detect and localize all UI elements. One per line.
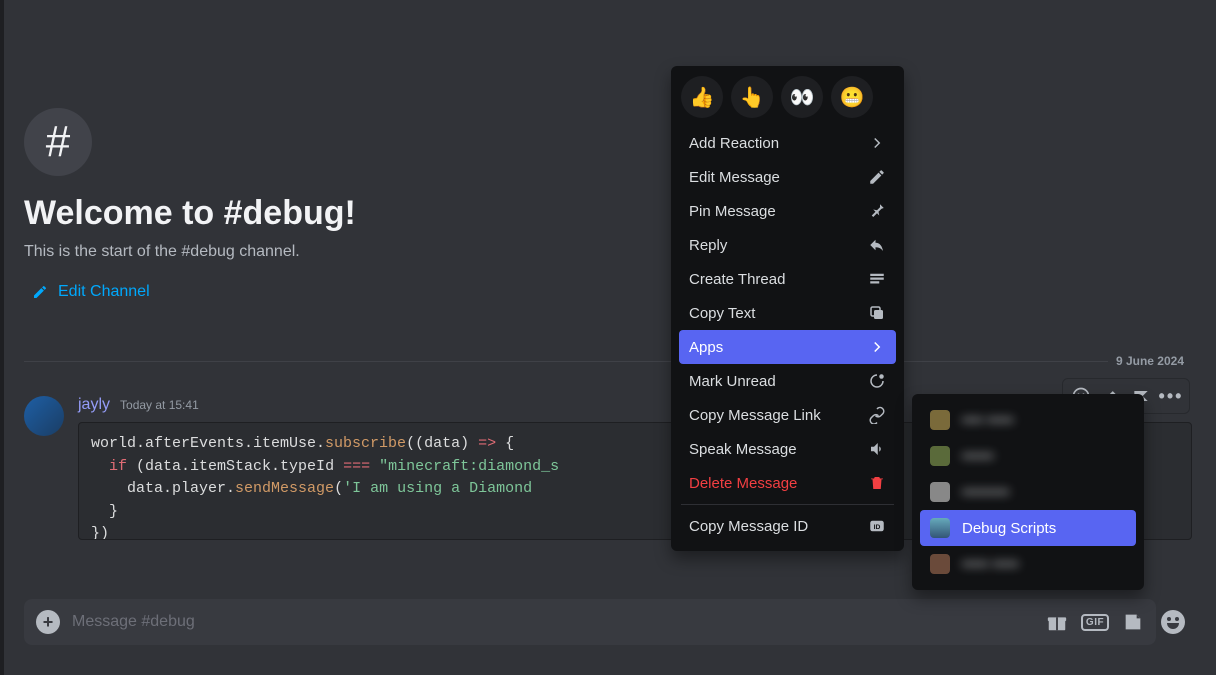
more-icon[interactable]: •••	[1157, 382, 1185, 410]
speak-icon	[868, 440, 886, 458]
ctx-mark-unread[interactable]: Mark Unread	[679, 364, 896, 398]
edit-channel-button[interactable]: Edit Channel	[24, 283, 150, 301]
quick-reactions: 👍 👆 👀 😬	[679, 74, 896, 126]
smile-icon	[1161, 610, 1185, 634]
context-menu: 👍 👆 👀 😬 Add Reaction Edit Message Pin Me…	[671, 66, 904, 551]
ctx-label: Copy Message ID	[689, 518, 808, 535]
sticker-icon[interactable]	[1122, 611, 1144, 633]
edit-channel-label: Edit Channel	[58, 283, 150, 301]
composer-icons: GIF	[1046, 611, 1144, 633]
unread-icon	[868, 372, 886, 390]
pin-icon	[868, 202, 886, 220]
divider-date: 9 June 2024	[1108, 352, 1192, 370]
ctx-label: Create Thread	[689, 271, 785, 288]
reaction-thumbs-up[interactable]: 👍	[681, 76, 723, 118]
ctx-copy-id[interactable]: Copy Message ID ID	[679, 509, 896, 543]
reaction-point-up[interactable]: 👆	[731, 76, 773, 118]
apps-item[interactable]: •••••••••	[920, 474, 1136, 510]
welcome-title: Welcome to #debug!	[24, 194, 1192, 233]
reply-icon	[868, 236, 886, 254]
attach-button[interactable]: +	[36, 610, 60, 634]
apps-submenu: •••• ••••• •••••• ••••••••• Debug Script…	[912, 394, 1144, 590]
welcome-subtitle: This is the start of the #debug channel.	[24, 243, 1192, 261]
copy-icon	[868, 304, 886, 322]
apps-item[interactable]: ••••••	[920, 438, 1136, 474]
ctx-label: Edit Message	[689, 169, 780, 186]
pencil-icon	[32, 284, 48, 300]
apps-label: ••••••	[962, 448, 994, 465]
scroll-edge	[0, 0, 4, 675]
ctx-add-reaction[interactable]: Add Reaction	[679, 126, 896, 160]
pencil-icon	[868, 168, 886, 186]
username[interactable]: jayly	[78, 396, 110, 414]
app-icon	[930, 518, 950, 538]
apps-item[interactable]: ••••• •••••	[920, 546, 1136, 582]
app-icon	[930, 482, 950, 502]
apps-label: •••• •••••	[962, 412, 1013, 429]
ctx-edit-message[interactable]: Edit Message	[679, 160, 896, 194]
ctx-delete-message[interactable]: Delete Message	[679, 466, 896, 500]
gift-icon[interactable]	[1046, 611, 1068, 633]
ctx-create-thread[interactable]: Create Thread	[679, 262, 896, 296]
ctx-label: Delete Message	[689, 475, 797, 492]
reaction-eyes[interactable]: 👀	[781, 76, 823, 118]
ctx-speak-message[interactable]: Speak Message	[679, 432, 896, 466]
chevron-right-icon	[868, 134, 886, 152]
divider-line	[24, 361, 1108, 362]
app-icon	[930, 554, 950, 574]
avatar[interactable]	[24, 396, 64, 436]
link-icon	[868, 406, 886, 424]
hash-icon: #	[24, 108, 92, 176]
thread-icon	[868, 270, 886, 288]
ctx-label: Apps	[689, 339, 723, 356]
gif-icon[interactable]: GIF	[1084, 611, 1106, 633]
id-icon: ID	[868, 517, 886, 535]
ctx-label: Mark Unread	[689, 373, 776, 390]
composer-input[interactable]	[72, 613, 1034, 631]
ctx-label: Copy Text	[689, 305, 755, 322]
ctx-pin-message[interactable]: Pin Message	[679, 194, 896, 228]
ctx-label: Add Reaction	[689, 135, 779, 152]
timestamp: Today at 15:41	[120, 398, 199, 412]
apps-item[interactable]: •••• •••••	[920, 402, 1136, 438]
separator	[681, 504, 894, 505]
ctx-apps[interactable]: Apps	[679, 330, 896, 364]
emoji-picker-button[interactable]	[1154, 599, 1192, 645]
apps-label: ••••• •••••	[962, 556, 1019, 573]
channel-welcome: # Welcome to #debug! This is the start o…	[24, 108, 1192, 305]
reaction-grimace[interactable]: 😬	[831, 76, 873, 118]
ctx-label: Reply	[689, 237, 727, 254]
ctx-reply[interactable]: Reply	[679, 228, 896, 262]
date-divider: 9 June 2024	[24, 352, 1192, 370]
trash-icon	[868, 474, 886, 492]
app-icon	[930, 410, 950, 430]
apps-label: Debug Scripts	[962, 520, 1056, 537]
message-composer[interactable]: + GIF	[24, 599, 1156, 645]
ctx-copy-text[interactable]: Copy Text	[679, 296, 896, 330]
app-icon	[930, 446, 950, 466]
ctx-copy-link[interactable]: Copy Message Link	[679, 398, 896, 432]
chevron-right-icon	[868, 338, 886, 356]
apps-item-debug-scripts[interactable]: Debug Scripts	[920, 510, 1136, 546]
ctx-label: Copy Message Link	[689, 407, 821, 424]
svg-text:ID: ID	[874, 524, 881, 531]
ctx-label: Speak Message	[689, 441, 797, 458]
ctx-label: Pin Message	[689, 203, 776, 220]
apps-label: •••••••••	[962, 484, 1009, 501]
